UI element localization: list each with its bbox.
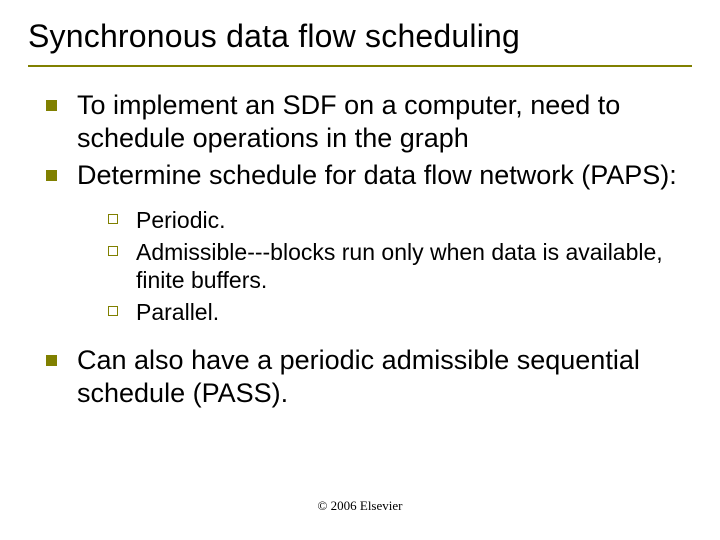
square-bullet-icon <box>46 170 57 181</box>
bullet-level2: Parallel. <box>108 298 692 326</box>
hollow-square-bullet-icon <box>108 246 118 256</box>
square-bullet-icon <box>46 355 57 366</box>
hollow-square-bullet-icon <box>108 214 118 224</box>
bullet-text: Determine schedule for data flow network… <box>77 159 677 192</box>
slide-body: To implement an SDF on a computer, need … <box>28 89 692 410</box>
copyright-footer: © 2006 Elsevier <box>0 498 720 514</box>
square-bullet-icon <box>46 100 57 111</box>
slide: Synchronous data flow scheduling To impl… <box>0 0 720 540</box>
sub-bullet-text: Parallel. <box>136 298 219 326</box>
bullet-text: Can also have a periodic admissible sequ… <box>77 344 692 410</box>
bullet-level1: Determine schedule for data flow network… <box>46 159 692 192</box>
bullet-level2: Admissible---blocks run only when data i… <box>108 238 692 294</box>
sub-bullet-text: Admissible---blocks run only when data i… <box>136 238 692 294</box>
bullet-level1: To implement an SDF on a computer, need … <box>46 89 692 155</box>
hollow-square-bullet-icon <box>108 306 118 316</box>
bullet-level2: Periodic. <box>108 206 692 234</box>
slide-title: Synchronous data flow scheduling <box>28 12 692 67</box>
bullet-level1: Can also have a periodic admissible sequ… <box>46 344 692 410</box>
sub-bullet-group: Periodic. Admissible---blocks run only w… <box>46 206 692 326</box>
bullet-text: To implement an SDF on a computer, need … <box>77 89 692 155</box>
sub-bullet-text: Periodic. <box>136 206 225 234</box>
